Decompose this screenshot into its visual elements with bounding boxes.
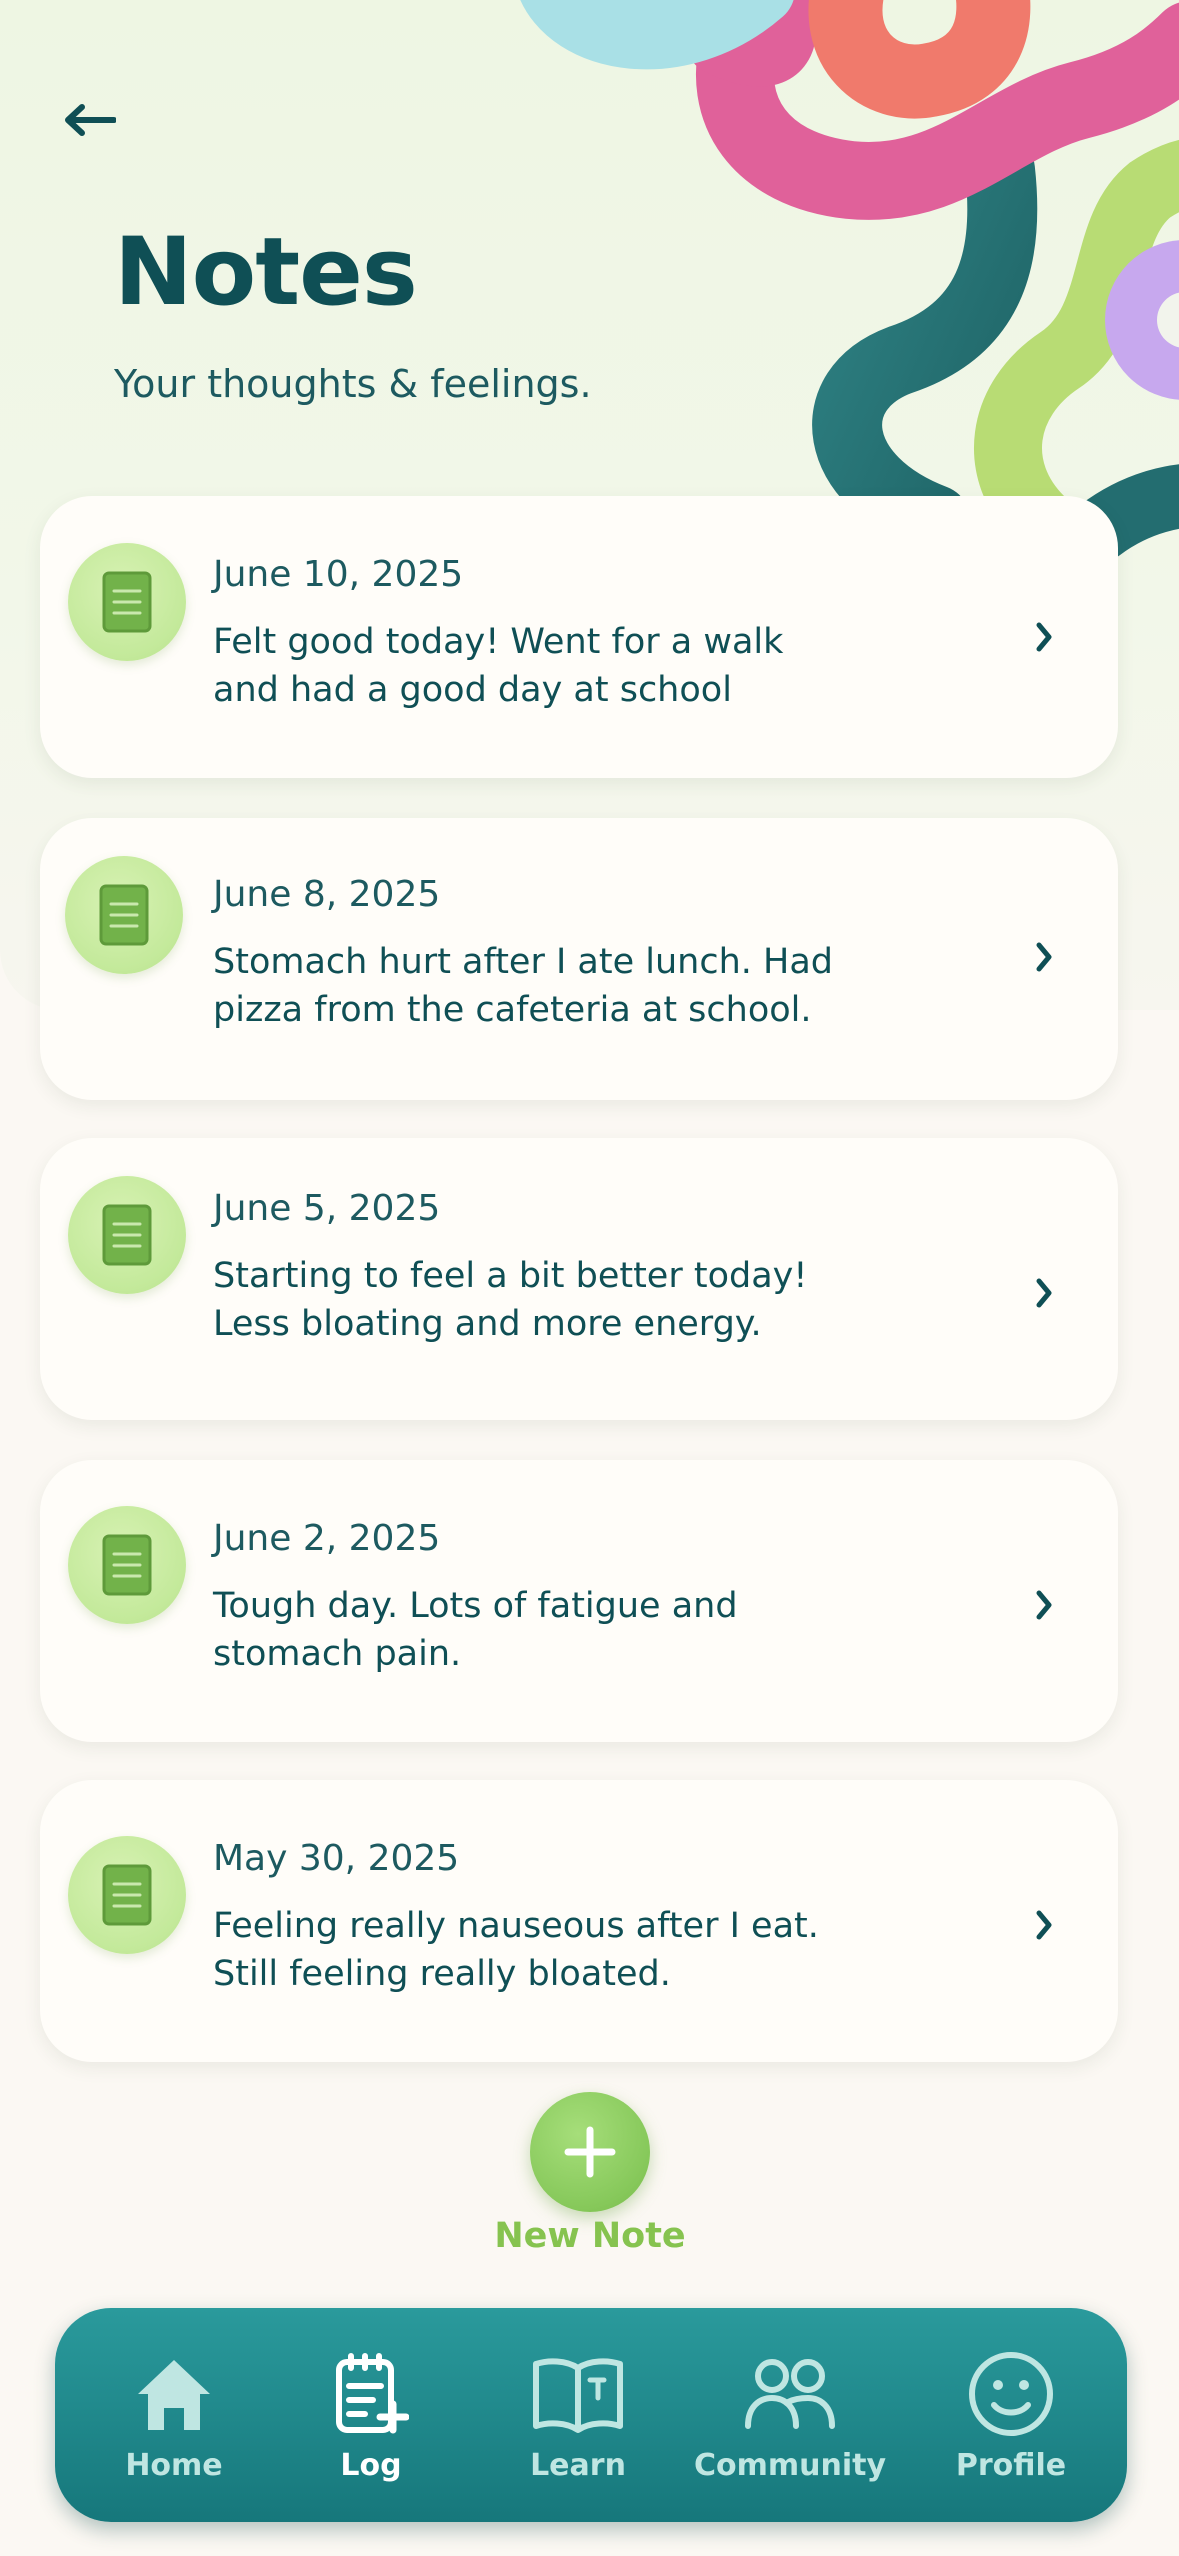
note-card[interactable]: May 30, 2025 Feeling really nauseous aft… — [40, 1780, 1118, 2062]
people-icon — [745, 2359, 835, 2429]
tab-label: Community — [693, 2448, 887, 2483]
tab-community[interactable]: Community — [690, 2308, 890, 2522]
chevron-right-icon — [1030, 617, 1058, 657]
book-icon — [533, 2358, 623, 2433]
chevron-right-icon — [1030, 1585, 1058, 1625]
new-note-label[interactable]: New Note — [440, 2216, 740, 2256]
note-card[interactable]: June 5, 2025 Starting to feel a bit bett… — [40, 1138, 1118, 1420]
plus-icon — [564, 2126, 616, 2178]
note-text: Starting to feel a bit better today! Les… — [213, 1256, 808, 1344]
note-date: June 5, 2025 — [213, 1188, 441, 1229]
home-icon — [138, 2360, 210, 2430]
chevron-right-icon — [1030, 937, 1058, 977]
chevron-right-icon — [1030, 1273, 1058, 1313]
note-text: Feeling really nauseous after I eat. Sti… — [213, 1906, 819, 1994]
bottom-tab-bar: Home Log Learn Community Profile — [55, 2308, 1127, 2522]
tab-label: Learn — [530, 2448, 626, 2483]
page-subtitle: Your thoughts & feelings. — [114, 362, 592, 406]
note-card[interactable]: June 8, 2025 Stomach hurt after I ate lu… — [40, 818, 1118, 1100]
tab-log[interactable]: Log — [271, 2308, 471, 2522]
note-date: June 8, 2025 — [213, 874, 441, 915]
notepad-icon — [68, 1506, 186, 1624]
note-date: June 10, 2025 — [213, 554, 464, 595]
page-title: Notes — [114, 218, 418, 327]
notepad-icon — [65, 856, 183, 974]
log-icon — [336, 2353, 409, 2434]
notepad-icon — [68, 1836, 186, 1954]
back-button[interactable] — [55, 90, 125, 150]
note-date: May 30, 2025 — [213, 1838, 460, 1879]
notepad-icon — [68, 543, 186, 661]
tab-home[interactable]: Home — [74, 2308, 274, 2522]
tab-label: Profile — [955, 2448, 1067, 2483]
tab-learn[interactable]: Learn — [478, 2308, 678, 2522]
note-card[interactable]: June 2, 2025 Tough day. Lots of fatigue … — [40, 1460, 1118, 1742]
note-text: Felt good today! Went for a walk and had… — [213, 622, 784, 710]
tab-label: Home — [125, 2448, 223, 2483]
new-note-button[interactable] — [530, 2092, 650, 2212]
note-date: June 2, 2025 — [213, 1518, 441, 1559]
note-text: Stomach hurt after I ate lunch. Had pizz… — [213, 942, 834, 1030]
tab-profile[interactable]: Profile — [911, 2308, 1111, 2522]
note-card[interactable]: June 10, 2025 Felt good today! Went for … — [40, 496, 1118, 778]
note-text: Tough day. Lots of fatigue and stomach p… — [213, 1586, 738, 1674]
smiley-icon — [969, 2352, 1053, 2436]
chevron-right-icon — [1030, 1905, 1058, 1945]
back-arrow-icon — [65, 104, 116, 136]
notepad-icon — [68, 1176, 186, 1294]
tab-label: Log — [340, 2448, 402, 2483]
